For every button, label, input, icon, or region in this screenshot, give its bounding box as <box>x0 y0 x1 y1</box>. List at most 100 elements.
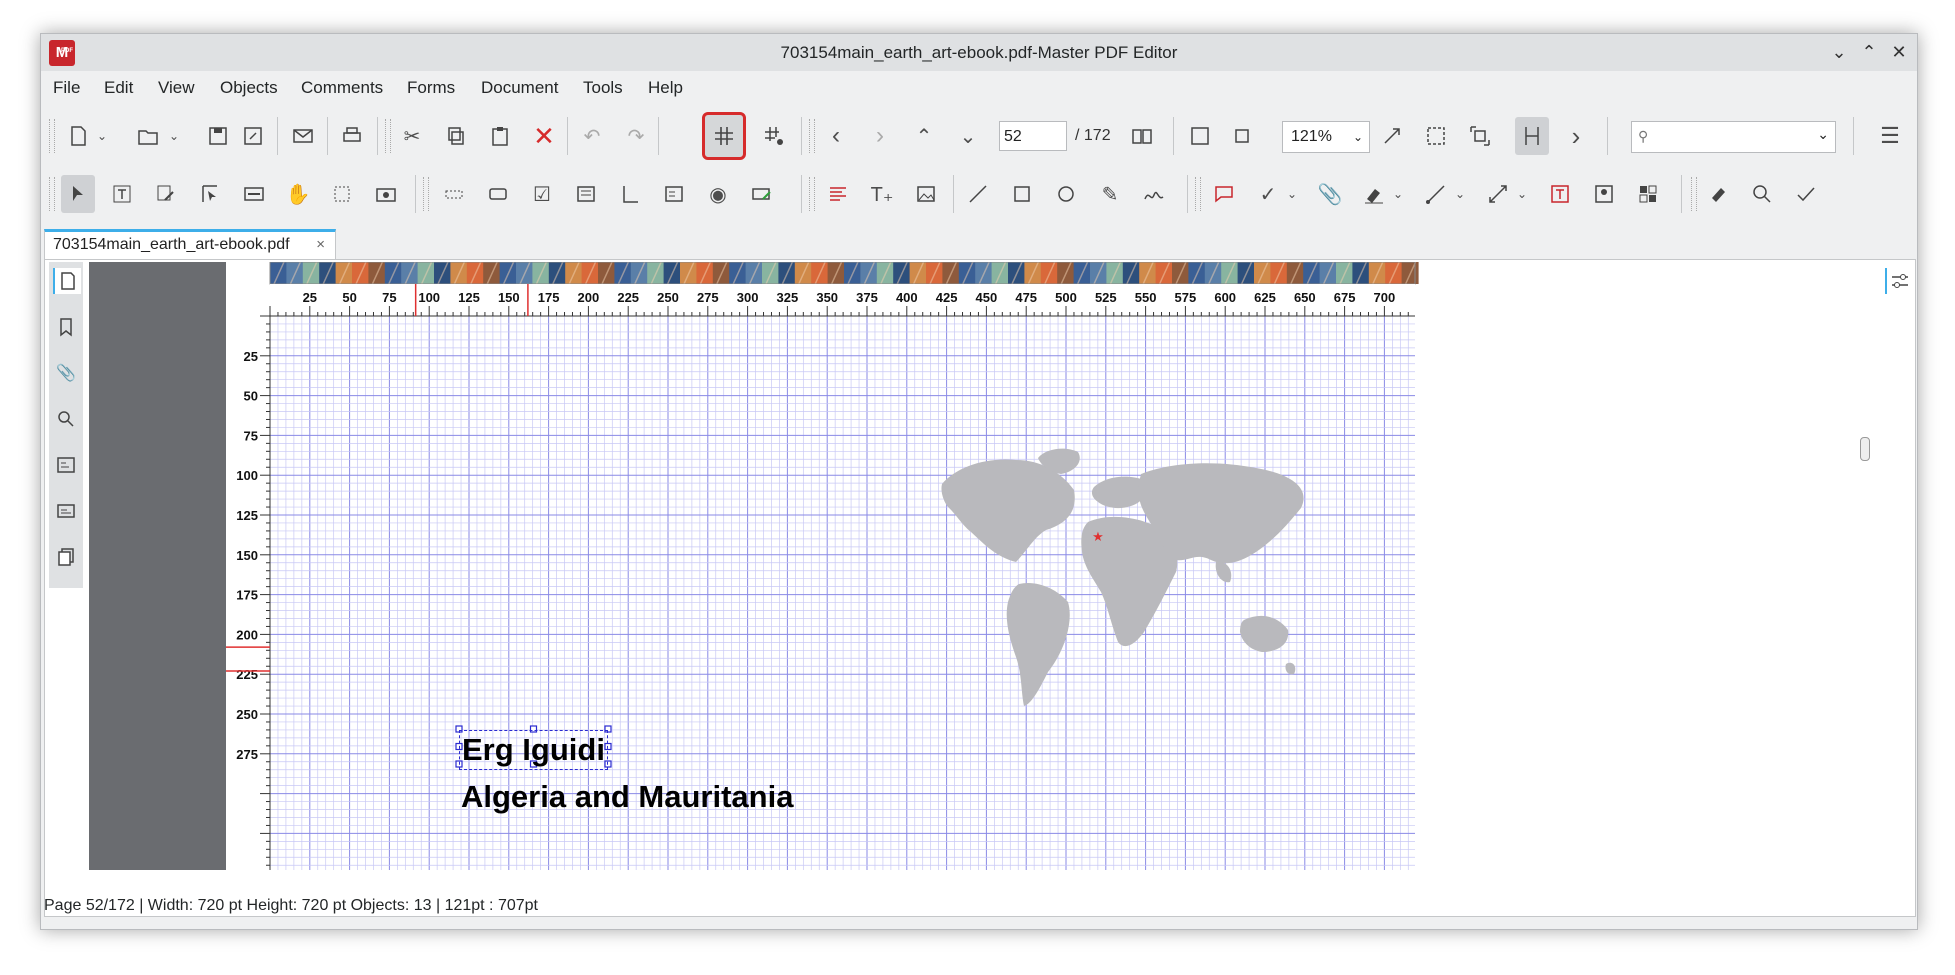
hand-tool-icon[interactable]: ✋ <box>281 175 315 213</box>
insert-text-icon[interactable]: T₊ <box>865 175 899 213</box>
pencil-icon[interactable]: ✎ <box>1093 175 1127 213</box>
insert-image-icon[interactable] <box>909 175 943 213</box>
toolbar-grip[interactable] <box>809 119 815 153</box>
redo-icon[interactable]: ↷ <box>619 117 653 155</box>
search-panel-icon[interactable] <box>53 406 79 432</box>
add-button-icon[interactable] <box>481 175 515 213</box>
close-tab-icon[interactable]: × <box>316 236 325 253</box>
toolbar-grip[interactable] <box>1195 177 1201 211</box>
menu-document[interactable]: Document <box>481 78 558 98</box>
chevron-right-icon[interactable]: › <box>863 117 897 155</box>
hamburger-menu-icon[interactable]: ☰ <box>1873 117 1907 155</box>
copy-icon[interactable] <box>439 117 473 155</box>
paste-icon[interactable] <box>483 117 517 155</box>
comment-icon[interactable] <box>1207 175 1241 213</box>
close-icon[interactable]: ✕ <box>1887 40 1911 64</box>
signature-icon[interactable] <box>1137 175 1171 213</box>
cut-icon[interactable]: ✂ <box>395 117 429 155</box>
add-signature-field-icon[interactable] <box>745 175 779 213</box>
menu-help[interactable]: Help <box>648 78 683 98</box>
add-combobox-icon[interactable] <box>569 175 603 213</box>
new-document-icon[interactable] <box>61 117 95 155</box>
toolbar-grip[interactable] <box>1691 177 1697 211</box>
toolbar-grip[interactable] <box>385 119 391 153</box>
fit-width-icon[interactable] <box>1375 117 1409 155</box>
zoom-select[interactable]: 121% ⌄ <box>1282 121 1370 153</box>
menu-edit[interactable]: Edit <box>104 78 133 98</box>
draw-arrow-line-icon[interactable] <box>1419 175 1453 213</box>
caption-subtitle[interactable]: Algeria and Mauritania <box>461 778 793 816</box>
actual-size-icon[interactable] <box>1225 117 1259 155</box>
fit-visible-icon[interactable] <box>1419 117 1453 155</box>
select-arrow-icon[interactable] <box>61 175 95 213</box>
save-icon[interactable] <box>201 117 235 155</box>
find-icon[interactable] <box>1745 175 1779 213</box>
pages-panel-icon[interactable] <box>53 268 81 294</box>
full-screen-icon[interactable] <box>1463 117 1497 155</box>
eraser-icon[interactable] <box>1701 175 1735 213</box>
continuous-scroll-icon[interactable] <box>1515 117 1549 155</box>
menu-objects[interactable]: Objects <box>220 78 278 98</box>
snapshot-camera-icon[interactable] <box>369 175 403 213</box>
add-form-field-icon[interactable] <box>657 175 691 213</box>
toolbar-grip[interactable] <box>423 177 429 211</box>
undo-icon[interactable]: ↶ <box>575 117 609 155</box>
email-icon[interactable] <box>286 117 320 155</box>
search-input[interactable]: ⚲ ⌄ <box>1631 121 1836 153</box>
draw-ellipse-icon[interactable] <box>1049 175 1083 213</box>
chevron-down-icon[interactable]: ⌄ <box>1451 175 1469 213</box>
chevron-down-icon[interactable]: ⌄ <box>1817 126 1829 143</box>
document-canvas[interactable]: 25 50 75 100 125 150 175 200 225 250 275 300 325 350 3… <box>89 262 1601 870</box>
stamp-icon[interactable] <box>1587 175 1621 213</box>
chevron-up-icon[interactable]: ⌃ <box>907 117 941 155</box>
fit-page-icon[interactable] <box>1183 117 1217 155</box>
highlight-icon[interactable] <box>1357 175 1391 213</box>
toggle-grid-button[interactable] <box>702 112 746 160</box>
text-box-icon[interactable] <box>1543 175 1577 213</box>
print-icon[interactable] <box>335 117 369 155</box>
save-as-icon[interactable] <box>236 117 270 155</box>
maximize-icon[interactable]: ⌃ <box>1857 40 1881 64</box>
marquee-select-icon[interactable] <box>325 175 359 213</box>
measure-distance-icon[interactable] <box>1481 175 1515 213</box>
signatures-panel-icon[interactable] <box>53 498 79 524</box>
text-select-icon[interactable] <box>105 175 139 213</box>
menu-comments[interactable]: Comments <box>301 78 383 98</box>
toolbar-grip[interactable] <box>49 177 55 211</box>
chevron-down-icon[interactable]: ⌄ <box>951 117 985 155</box>
menu-view[interactable]: View <box>158 78 195 98</box>
edit-objects-icon[interactable] <box>193 175 227 213</box>
caption-title[interactable]: Erg Iguidi <box>459 730 608 770</box>
bookmarks-panel-icon[interactable] <box>53 314 79 340</box>
tab-document[interactable]: 703154main_earth_art-ebook.pdf × <box>44 229 336 259</box>
menu-forms[interactable]: Forms <box>407 78 455 98</box>
add-text-block-icon[interactable] <box>821 175 855 213</box>
menu-tools[interactable]: Tools <box>583 78 623 98</box>
chevron-down-icon[interactable]: ⌄ <box>1389 175 1407 213</box>
add-radio-icon[interactable]: ◉ <box>701 175 735 213</box>
chevron-down-icon[interactable]: ⌄ <box>93 117 111 155</box>
draw-rectangle-icon[interactable] <box>1005 175 1039 213</box>
check-pen-icon[interactable] <box>1789 175 1823 213</box>
page-thumbnails-icon[interactable] <box>53 544 79 570</box>
chevron-down-icon[interactable]: ⌄ <box>1283 175 1301 213</box>
menu-file[interactable]: File <box>53 78 80 98</box>
checkmark-icon[interactable]: ✓ <box>1251 175 1285 213</box>
book-view-icon[interactable] <box>1125 117 1159 155</box>
layers-panel-icon[interactable] <box>53 452 79 478</box>
add-checkbox-icon[interactable]: ☑ <box>525 175 559 213</box>
attach-file-icon[interactable]: 📎 <box>1313 175 1347 213</box>
add-text-field-icon[interactable] <box>437 175 471 213</box>
minimize-icon[interactable]: ⌄ <box>1827 40 1851 64</box>
edit-forms-icon[interactable] <box>237 175 271 213</box>
delete-icon[interactable]: ✕ <box>527 117 561 155</box>
vertical-scrollbar-thumb[interactable] <box>1860 437 1870 461</box>
chevron-down-icon[interactable]: ⌄ <box>1513 175 1531 213</box>
toolbar-grip[interactable] <box>49 119 55 153</box>
chevron-left-icon[interactable]: ‹ <box>819 117 853 155</box>
toolbar-grip[interactable] <box>809 177 815 211</box>
add-listbox-icon[interactable] <box>613 175 647 213</box>
chevron-down-icon[interactable]: ⌄ <box>165 117 183 155</box>
chevron-right-icon[interactable]: › <box>1559 117 1593 155</box>
properties-sliders-icon[interactable] <box>1885 268 1913 294</box>
